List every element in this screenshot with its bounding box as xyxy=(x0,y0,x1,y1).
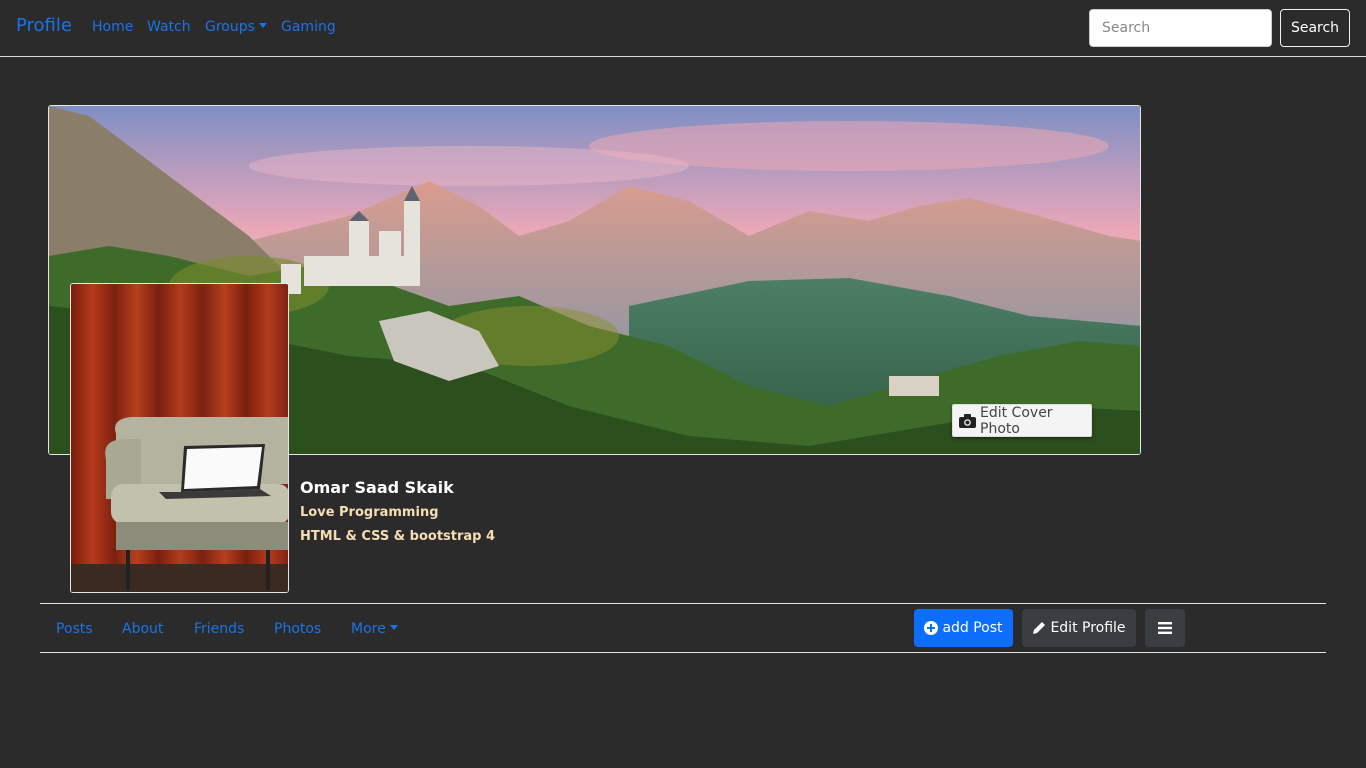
profile-name: Omar Saad Skaik xyxy=(300,478,454,497)
tab-photos[interactable]: Photos xyxy=(274,621,321,637)
plus-circle-icon xyxy=(924,621,939,635)
tab-more-label: More xyxy=(351,621,386,637)
edit-cover-label: Edit Cover Photo xyxy=(980,404,1053,437)
edit-profile-button[interactable]: Edit Profile xyxy=(1022,609,1136,647)
nav-groups-label: Groups xyxy=(205,19,255,35)
profile-avatar[interactable] xyxy=(70,283,289,593)
menu-button[interactable] xyxy=(1145,609,1185,647)
nav-groups-dropdown[interactable]: Groups xyxy=(205,19,267,35)
add-post-button[interactable]: add Post xyxy=(914,609,1013,647)
edit-cover-photo-button[interactable]: Edit Cover Photo xyxy=(952,404,1092,437)
nav-gaming[interactable]: Gaming xyxy=(281,19,336,35)
camera-icon xyxy=(959,413,976,428)
add-post-label: add Post xyxy=(942,620,1003,636)
profile-skills: HTML & CSS & bootstrap 4 xyxy=(300,529,496,544)
nav-home[interactable]: Home xyxy=(92,19,133,35)
caret-down-icon xyxy=(258,23,267,28)
pencil-icon xyxy=(1032,621,1046,635)
bars-icon xyxy=(1158,622,1172,634)
brand-link[interactable]: Profile xyxy=(16,15,72,36)
tab-friends[interactable]: Friends xyxy=(194,621,244,637)
profile-tagline: Love Programming xyxy=(300,505,439,520)
tab-more-dropdown[interactable]: More xyxy=(351,621,398,637)
avatar-image xyxy=(71,284,288,592)
caret-down-icon xyxy=(389,625,398,630)
tab-about[interactable]: About xyxy=(122,621,163,637)
top-navbar: Profile Home Watch Groups Gaming Search xyxy=(0,0,1366,57)
edit-profile-label: Edit Profile xyxy=(1050,620,1126,636)
tab-posts[interactable]: Posts xyxy=(56,621,93,637)
nav-watch[interactable]: Watch xyxy=(147,19,191,35)
search-button[interactable]: Search xyxy=(1280,9,1350,47)
search-input[interactable] xyxy=(1089,9,1272,47)
profile-nav: Posts About Friends Photos More add Post… xyxy=(40,603,1326,653)
